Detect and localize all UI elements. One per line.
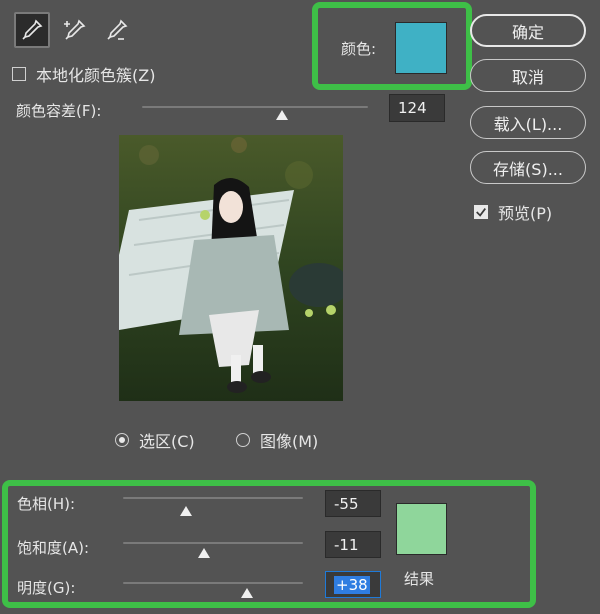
- lightness-slider-track[interactable]: [123, 582, 303, 584]
- cancel-button[interactable]: 取消: [470, 59, 586, 92]
- hue-value: -55: [334, 494, 359, 513]
- radio-indicator: [236, 433, 250, 447]
- hue-slider-track[interactable]: [123, 497, 303, 499]
- saturation-label: 饱和度(A):: [17, 539, 90, 557]
- eyedropper-tool[interactable]: [14, 12, 50, 48]
- preview-checkbox[interactable]: 预览(P): [474, 200, 552, 224]
- replace-color-dialog: 本地化颜色簇(Z) 颜色: 颜色容差(F): 124 确定 取消 载入(L)..…: [0, 0, 600, 614]
- lightness-value: +38: [334, 575, 370, 594]
- load-button[interactable]: 载入(L)...: [470, 106, 586, 139]
- eyedropper-add-tool[interactable]: [56, 12, 92, 48]
- lightness-slider-thumb[interactable]: [241, 588, 254, 598]
- eyedropper-minus-icon: [107, 19, 128, 40]
- radio-selection[interactable]: 选区(C): [115, 428, 195, 452]
- hue-input[interactable]: -55: [325, 490, 381, 517]
- saturation-slider-track[interactable]: [123, 542, 303, 544]
- result-label: 结果: [404, 570, 435, 588]
- checkmark-icon: [476, 208, 486, 217]
- color-swatch[interactable]: [395, 22, 447, 74]
- image-label: 图像(M): [260, 432, 319, 451]
- radio-selected-indicator: [115, 433, 129, 447]
- eyedropper-plus-icon: [64, 19, 86, 40]
- ok-button[interactable]: 确定: [470, 14, 586, 47]
- preview-photo: [119, 135, 343, 401]
- selection-label: 选区(C): [139, 432, 195, 451]
- color-label: 颜色:: [341, 40, 377, 58]
- lightness-label: 明度(G):: [17, 579, 76, 597]
- saturation-slider-thumb[interactable]: [198, 548, 210, 558]
- eyedropper-icon: [22, 19, 43, 40]
- save-button[interactable]: 存储(S)...: [470, 151, 586, 184]
- color-highlight-frame: [312, 2, 472, 90]
- fuzziness-value: 124: [398, 99, 427, 117]
- hue-label: 色相(H):: [17, 495, 76, 513]
- radio-image[interactable]: 图像(M): [236, 428, 318, 452]
- preview-thumbnail: [119, 135, 343, 401]
- preview-label: 预览(P): [498, 204, 553, 223]
- result-swatch: [396, 503, 447, 555]
- fuzziness-label: 颜色容差(F):: [16, 102, 102, 120]
- fuzziness-slider-track[interactable]: [142, 106, 368, 108]
- eyedropper-subtract-tool[interactable]: [98, 12, 134, 48]
- checkbox-box: [12, 67, 26, 81]
- lightness-input[interactable]: +38: [325, 571, 381, 598]
- saturation-input[interactable]: -11: [325, 531, 381, 558]
- saturation-value: -11: [334, 535, 359, 554]
- checkbox-box-checked: [474, 205, 488, 219]
- fuzziness-slider-thumb[interactable]: [276, 110, 289, 120]
- hue-slider-thumb[interactable]: [180, 506, 192, 516]
- localized-clusters-checkbox[interactable]: 本地化颜色簇(Z): [12, 62, 155, 86]
- localized-clusters-label: 本地化颜色簇(Z): [36, 66, 156, 85]
- fuzziness-input[interactable]: 124: [389, 94, 445, 122]
